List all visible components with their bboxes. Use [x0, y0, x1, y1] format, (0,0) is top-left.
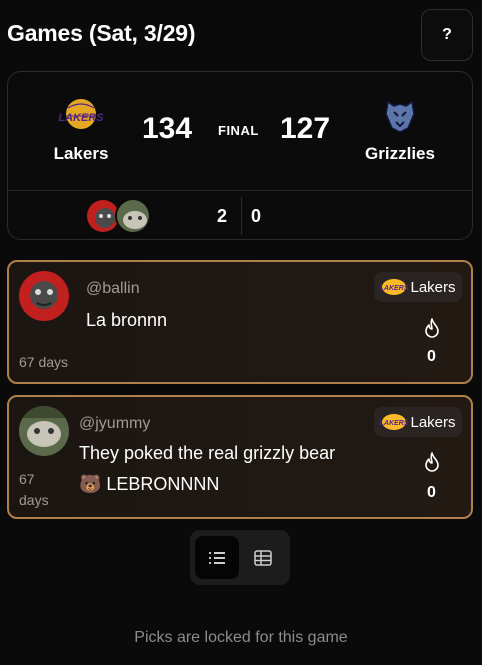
pick-message: La bronnn	[86, 310, 168, 330]
pick-card[interactable]: @jyummy They poked the real grizzly bear…	[7, 395, 473, 519]
lakers-logo-icon: LAKERS	[58, 99, 104, 129]
avatar[interactable]	[19, 271, 69, 321]
fire-count: 0	[427, 348, 436, 365]
team-badge-label: Lakers	[410, 413, 456, 431]
home-score: 134	[142, 112, 193, 145]
pick-time-line: 67	[19, 471, 35, 487]
away-team: Grizzlies	[345, 96, 455, 164]
username[interactable]: @jyummy	[79, 415, 150, 433]
fire-count: 0	[427, 484, 436, 501]
home-team: LAKERS Lakers	[26, 96, 136, 164]
pick-message-line: 🐻 LEBRONNNN	[79, 474, 220, 494]
away-score: 127	[280, 112, 331, 145]
flame-icon[interactable]	[423, 451, 441, 473]
view-toggle	[190, 530, 290, 585]
away-team-name: Grizzlies	[365, 144, 435, 163]
svg-text:LAKERS: LAKERS	[380, 420, 408, 427]
pick-time-line: days	[19, 492, 49, 508]
pick-card[interactable]: @ballin La bronnn 67 days LAKERS Lakers …	[7, 260, 473, 384]
pick-message-line: They poked the real grizzly bear	[79, 443, 336, 463]
table-grid-icon	[254, 549, 272, 566]
help-button[interactable]: ?	[421, 9, 473, 61]
question-mark-icon: ?	[442, 26, 452, 43]
count-divider	[241, 197, 242, 235]
svg-text:LAKERS: LAKERS	[58, 112, 104, 124]
game-card[interactable]: LAKERS Lakers 134 FINAL 127 Grizzlies 2 …	[7, 71, 473, 240]
page-title: Games (Sat, 3/29)	[7, 20, 196, 46]
list-icon	[209, 551, 225, 564]
grid-view-button[interactable]	[241, 536, 285, 579]
lakers-logo-icon: LAKERS	[380, 414, 408, 430]
card-divider	[8, 190, 472, 191]
lakers-logo-icon: LAKERS	[380, 279, 408, 295]
pick-message: They poked the real grizzly bear 🐻 LEBRO…	[79, 438, 335, 500]
picker-avatars	[85, 198, 155, 234]
team-badge: LAKERS Lakers	[374, 272, 462, 302]
list-view-button[interactable]	[195, 536, 239, 579]
locked-notice: Picks are locked for this game	[134, 629, 348, 646]
game-status: FINAL	[218, 123, 259, 138]
pick-time: 67 days	[19, 354, 69, 370]
team-badge: LAKERS Lakers	[374, 407, 462, 437]
pick-time: 67 days	[19, 469, 49, 511]
grizzlies-logo-icon	[385, 100, 415, 133]
home-team-name: Lakers	[53, 144, 109, 163]
svg-text:LAKERS: LAKERS	[380, 285, 408, 292]
avatar[interactable]	[19, 406, 69, 456]
team-badge-label: Lakers	[410, 278, 456, 296]
flame-icon[interactable]	[423, 317, 441, 339]
avatar	[115, 198, 151, 234]
username[interactable]: @ballin	[86, 280, 140, 298]
home-pick-count: 2	[217, 206, 228, 226]
away-pick-count: 0	[251, 206, 262, 226]
